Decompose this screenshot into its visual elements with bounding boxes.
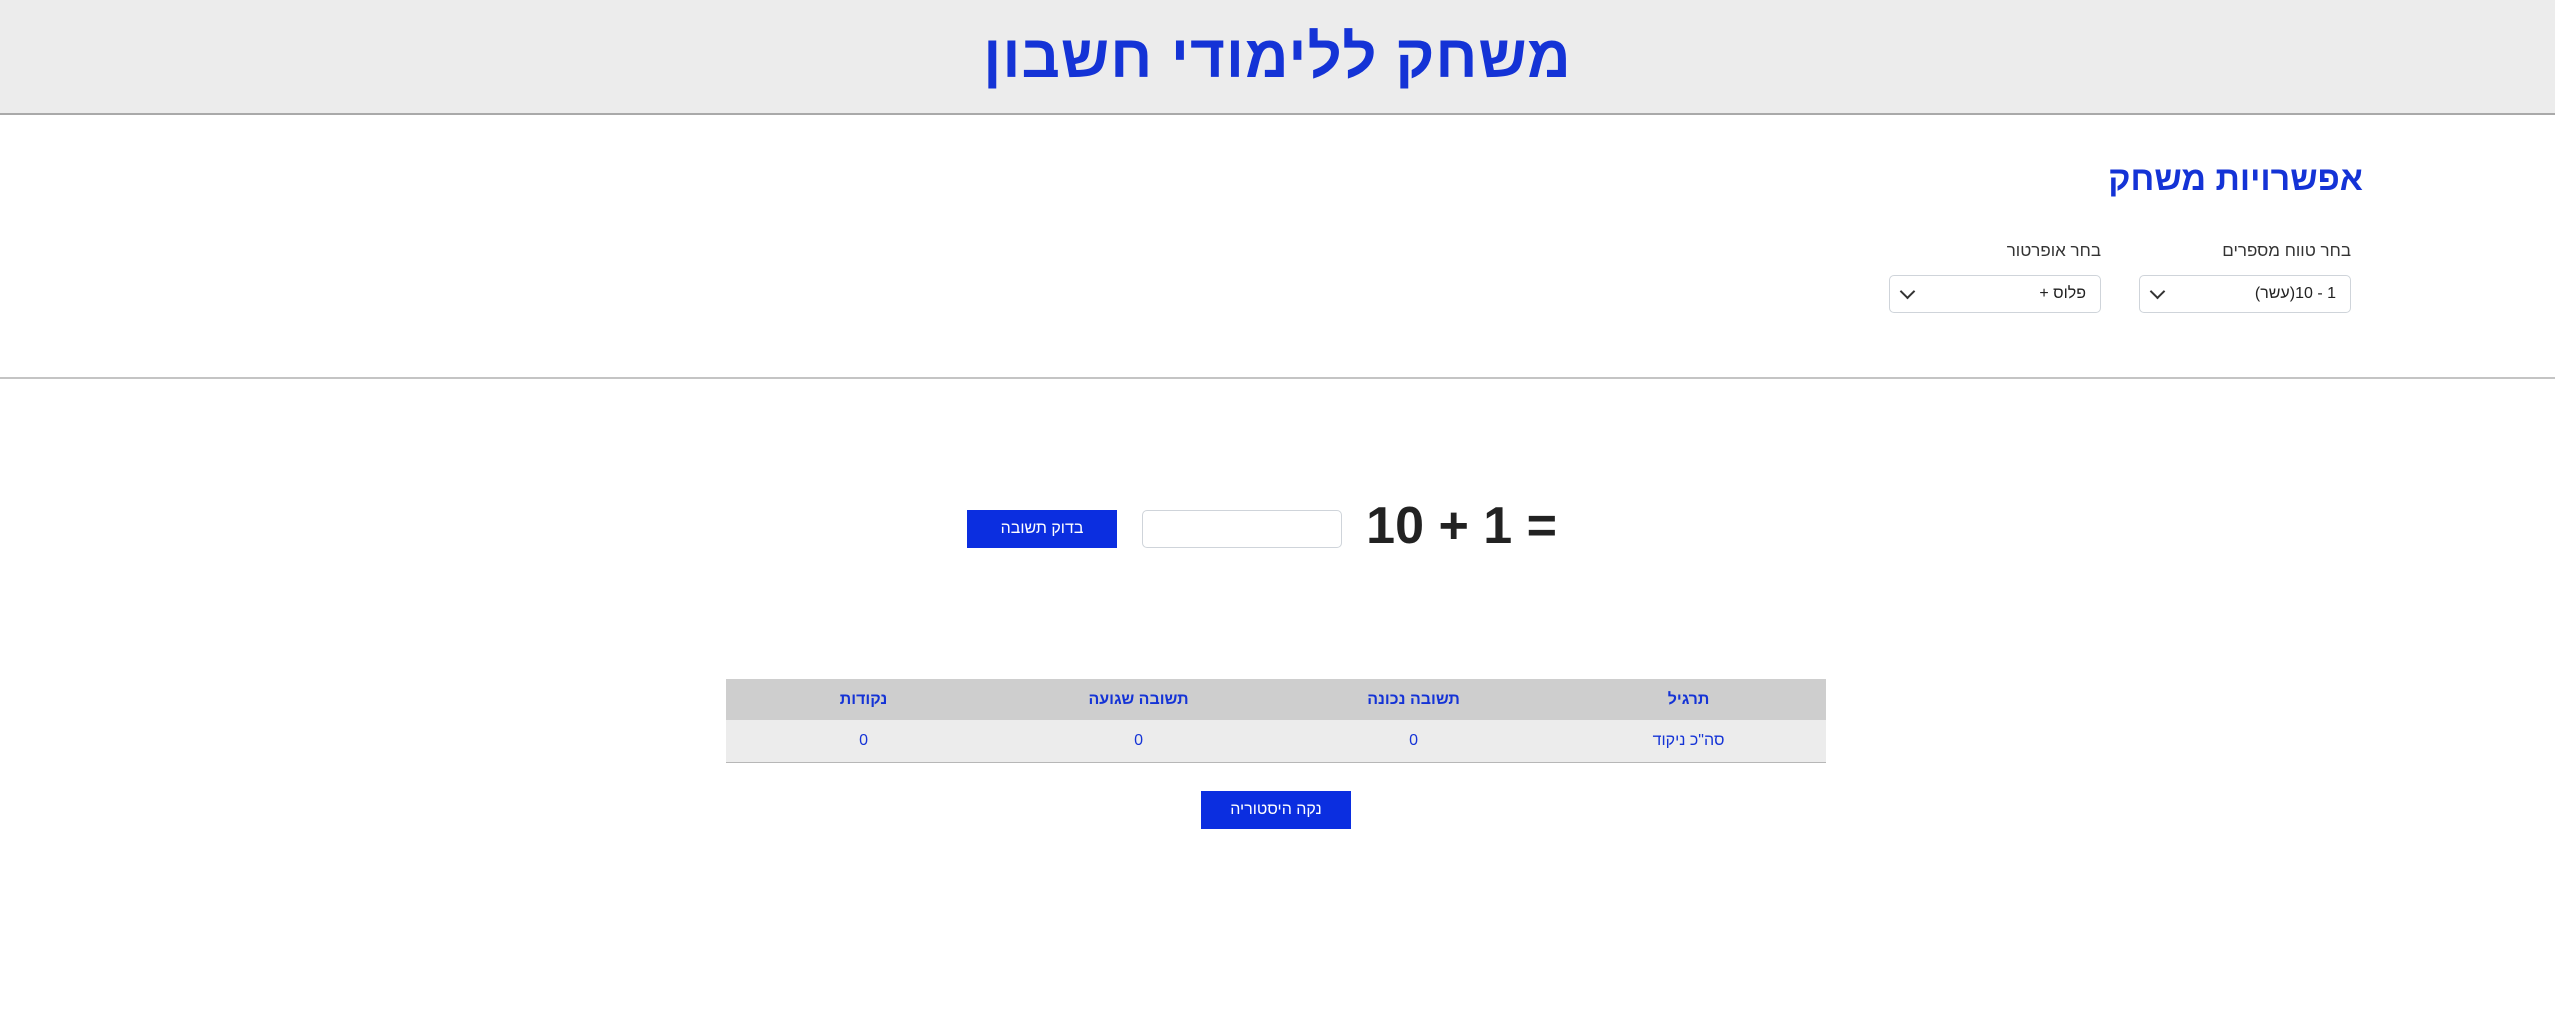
exercise-expression: 10 + 1 =	[1366, 497, 1557, 555]
table-cell: סה"כ ניקוד	[1551, 720, 1826, 763]
column-header: נקודות	[726, 679, 1002, 720]
table-header-row: תרגיל תשובה נכונה תשובה שגועה נקודות	[726, 679, 1826, 720]
page-header: משחק ללימודי חשבון	[0, 0, 2555, 115]
exercise-row: 10 + 1 = בדוק תשובה	[0, 488, 2555, 568]
table-row: סה"כ ניקוד 0 0 0	[726, 720, 1826, 763]
range-selected-value: 1 - 10(עשר)	[2254, 285, 2336, 302]
table-cell: 0	[1001, 720, 1277, 763]
range-field: בחר טווח מספרים 1 - 10(עשר)	[2139, 239, 2351, 313]
column-header: תשובה נכונה	[1276, 679, 1552, 720]
range-select[interactable]: 1 - 10(עשר)	[2139, 275, 2351, 313]
chevron-down-icon	[1899, 283, 1916, 300]
page: משחק ללימודי חשבון אפשרויות משחק בחר טוו…	[0, 0, 2555, 1032]
game-options-section: אפשרויות משחק בחר טווח מספרים 1 - 10(עשר…	[0, 115, 2555, 379]
column-header: תשובה שגועה	[1001, 679, 1277, 720]
column-header: תרגיל	[1551, 679, 1826, 720]
table-cell: 0	[1276, 720, 1552, 763]
operator-select[interactable]: פלוס +	[1889, 275, 2101, 313]
check-answer-button[interactable]: בדוק תשובה	[967, 510, 1117, 548]
table-cell: 0	[726, 720, 1002, 763]
page-title: משחק ללימודי חשבון	[983, 23, 1572, 90]
operator-label: בחר אופרטור	[2006, 241, 2101, 260]
score-table: תרגיל תשובה נכונה תשובה שגועה נקודות סה"…	[726, 679, 1826, 763]
options-title: אפשרויות משחק	[2108, 160, 2363, 198]
operator-field: בחר אופרטור פלוס +	[1889, 239, 2101, 313]
chevron-down-icon	[2149, 283, 2166, 300]
operator-selected-value: פלוס +	[2039, 285, 2086, 302]
answer-input[interactable]	[1142, 510, 1342, 548]
clear-history-button[interactable]: נקה היסטוריה	[1201, 791, 1351, 829]
range-label: בחר טווח מספרים	[2222, 241, 2351, 260]
